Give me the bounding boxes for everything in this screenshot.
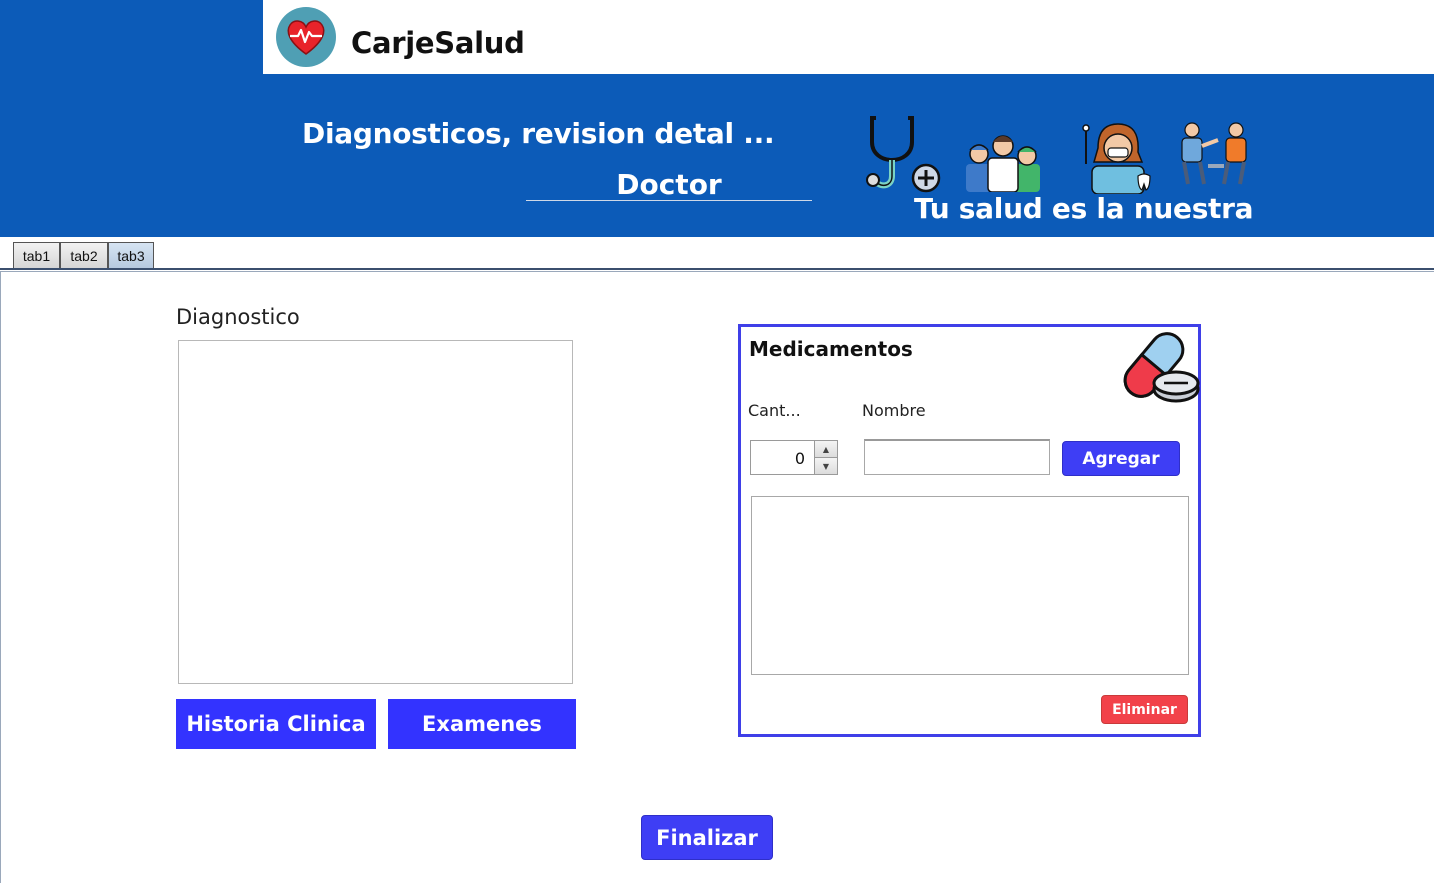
- historia-clinica-button[interactable]: Historia Clinica: [176, 699, 376, 749]
- header-left-block: [0, 0, 263, 74]
- diagnostico-textarea[interactable]: [178, 340, 573, 684]
- tab-1[interactable]: tab1: [13, 242, 60, 268]
- content-left-border: [0, 272, 1, 883]
- page-title: Diagnosticos, revision detal ...: [302, 117, 775, 150]
- spinner-down-icon[interactable]: ▼: [815, 458, 837, 474]
- spinner-buttons: ▲ ▼: [814, 441, 837, 474]
- app-name: CarjeSalud: [351, 26, 525, 60]
- slogan: Tu salud es la nuestra: [914, 192, 1254, 225]
- spinner-up-icon[interactable]: ▲: [815, 441, 837, 458]
- examenes-button[interactable]: Examenes: [388, 699, 576, 749]
- medicamentos-title: Medicamentos: [749, 337, 913, 361]
- tab-3[interactable]: tab3: [108, 242, 154, 268]
- stethoscope-icon: [866, 116, 941, 193]
- role-underline: [526, 200, 812, 201]
- role-label: Doctor: [616, 168, 722, 201]
- tab-2[interactable]: tab2: [60, 242, 108, 268]
- cantidad-label: Cant...: [748, 401, 801, 420]
- dentist-icon: [1082, 123, 1151, 194]
- tab-divider-shadow: [0, 271, 1434, 272]
- nombre-label: Nombre: [862, 401, 926, 420]
- finalizar-button[interactable]: Finalizar: [641, 815, 773, 860]
- consultation-icon: [1181, 122, 1247, 185]
- nombre-input[interactable]: [864, 439, 1050, 475]
- eliminar-button[interactable]: Eliminar: [1101, 695, 1188, 724]
- cantidad-value[interactable]: 0: [795, 449, 805, 468]
- heart-pulse-icon: [287, 20, 325, 55]
- diagnostico-label: Diagnostico: [176, 305, 300, 329]
- pills-icon: [1123, 332, 1200, 403]
- medical-staff-icon: [966, 135, 1040, 192]
- agregar-button[interactable]: Agregar: [1062, 441, 1180, 476]
- cantidad-spinner[interactable]: 0 ▲ ▼: [750, 440, 838, 475]
- app-logo: [276, 7, 336, 67]
- medicamentos-list[interactable]: [751, 496, 1189, 675]
- tab-divider: [0, 268, 1434, 270]
